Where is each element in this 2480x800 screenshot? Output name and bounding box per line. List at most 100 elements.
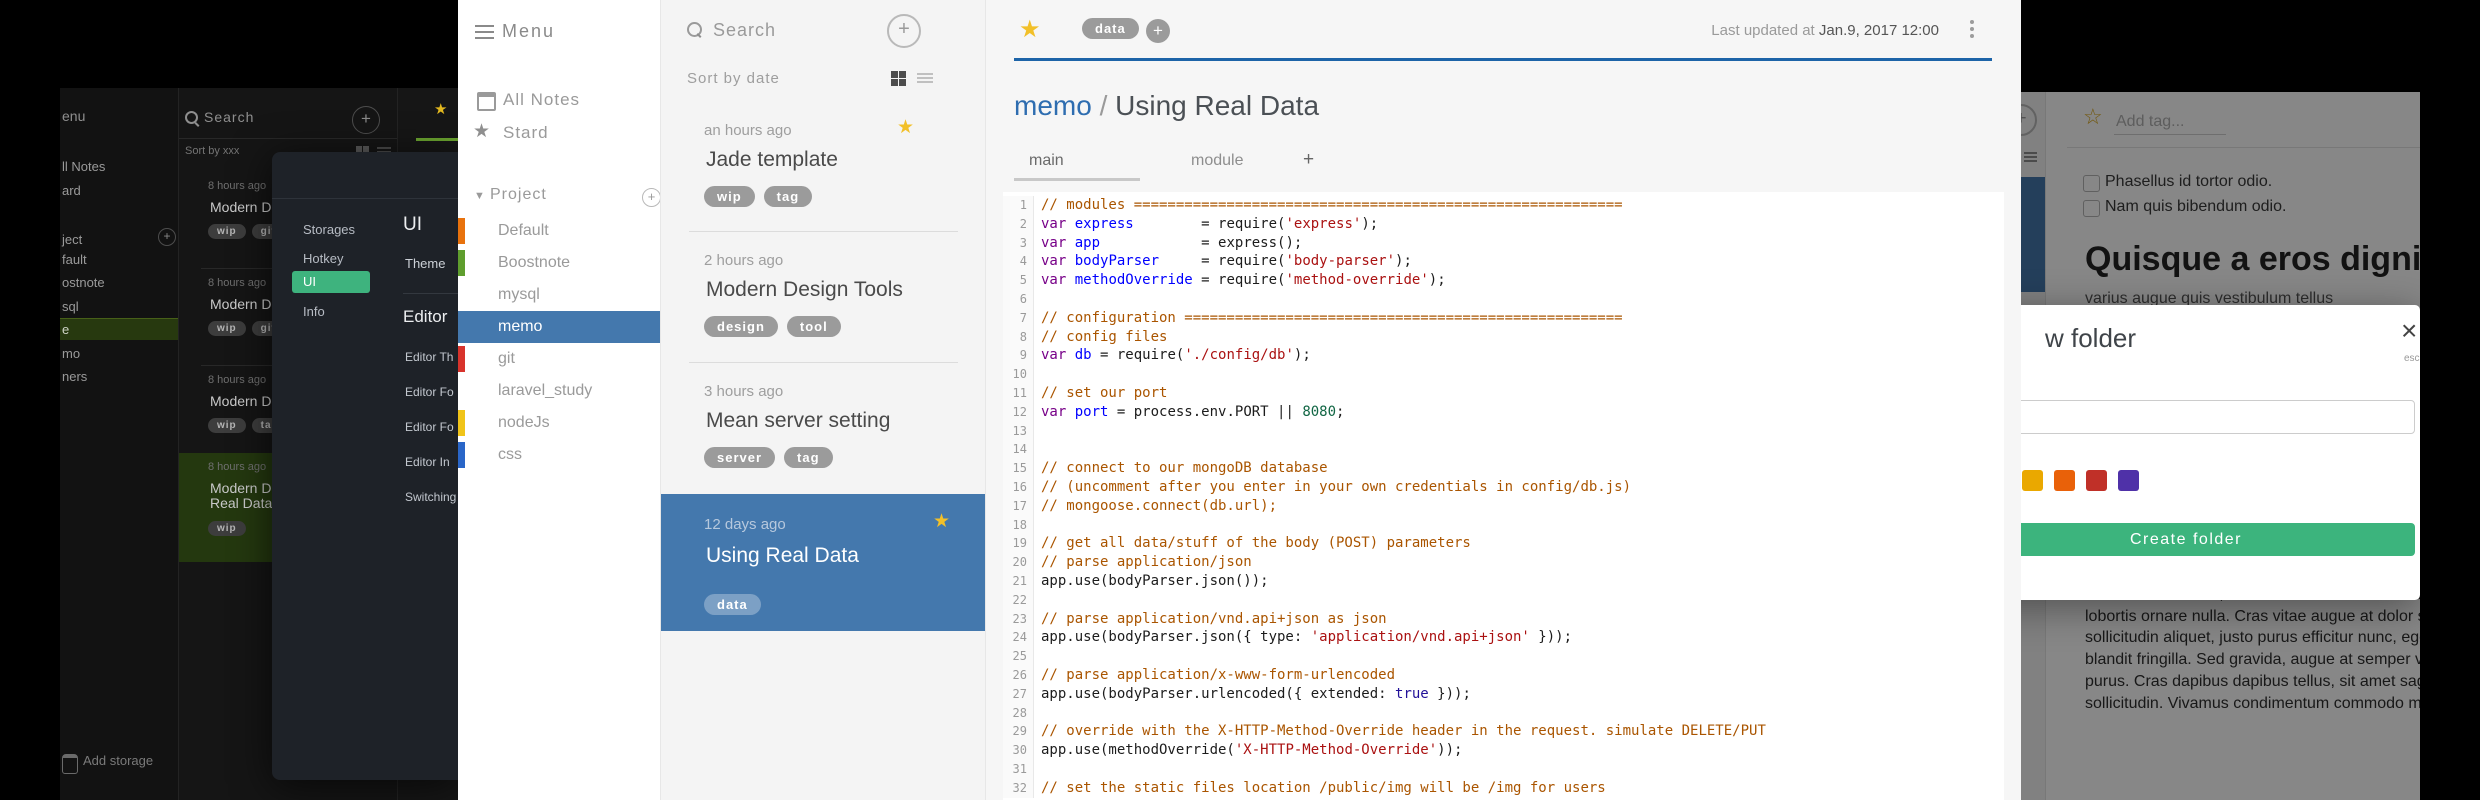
new-folder-dialog: w folder × esc Create folder (2021, 305, 2420, 600)
sidebar-item-starred[interactable]: Stard (503, 123, 549, 143)
color-swatch[interactable] (2086, 470, 2107, 491)
code-editor[interactable]: 1// modules ============================… (1003, 192, 2004, 800)
note-list-item[interactable]: 3 hours ago Mean server setting server tag (661, 363, 986, 494)
dark-add-storage-button[interactable]: Add storage (83, 753, 153, 768)
dark-folder-item[interactable]: sql (60, 296, 178, 318)
starred-icon: ★ (473, 121, 491, 142)
breadcrumb-folder[interactable]: memo (1014, 90, 1092, 121)
settings-editor-item[interactable]: Editor Fo (405, 420, 454, 434)
close-icon[interactable]: × (2401, 315, 2417, 347)
settings-nav-item[interactable]: Info (303, 304, 325, 319)
note-timestamp: 8 hours ago (208, 374, 267, 386)
dark-sidebar-item-all-notes[interactable]: ll Notes (62, 159, 105, 174)
dark-folder-item[interactable]: ners (60, 366, 178, 388)
dark-search-input[interactable]: Search (204, 109, 254, 125)
add-tag-button[interactable]: + (1146, 19, 1170, 43)
folder-name: css (498, 446, 522, 463)
code-line: 29// override with the X-HTTP-Method-Ove… (1003, 722, 2004, 742)
code-line: 11// set our port (1003, 383, 2004, 403)
breadcrumb-separator: / (1091, 90, 1116, 121)
settings-editor-item[interactable]: Editor In (405, 455, 450, 469)
code-line: 28 (1003, 703, 2004, 723)
sidebar-folder-item[interactable]: mysql (458, 279, 660, 311)
screenshot-stage: enu ll Notes ard ject + fault ostnote sql e… (0, 0, 2480, 800)
more-options-icon[interactable] (1970, 20, 1974, 41)
dark-menu-label[interactable]: enu (62, 108, 85, 124)
dark-sidebar-item-starred[interactable]: ard (62, 183, 81, 198)
code-line: 23// parse application/vnd.api+json as j… (1003, 609, 2004, 629)
dark-add-folder-button[interactable]: + (158, 228, 176, 246)
note-list-panel: Search + Sort by date an hours ago ★ Jade … (660, 0, 986, 800)
note-list-item[interactable]: an hours ago ★ Jade template wip tag (661, 102, 986, 232)
folder-name: memo (498, 318, 543, 335)
settings-editor-item[interactable]: Switching (405, 490, 456, 504)
code-line: 27 app.use(bodyParser.urlencoded({ extend… (1003, 684, 2004, 704)
code-line: 18 (1003, 515, 2004, 535)
folder-name-input[interactable] (2021, 400, 2415, 434)
menu-icon[interactable] (475, 25, 494, 43)
color-swatch[interactable] (2022, 470, 2043, 491)
settings-editor-item[interactable]: Editor Th (405, 350, 453, 364)
menu-label[interactable]: Menu (502, 21, 555, 42)
folder-color-strip (458, 410, 465, 436)
tab-main[interactable]: main (1029, 152, 1064, 170)
new-snippet-tab-button[interactable]: + (1303, 149, 1314, 171)
folder-name: laravel_study (498, 382, 593, 399)
note-tags: design tool (704, 316, 841, 337)
add-folder-button[interactable]: + (642, 188, 661, 207)
sidebar-folder-item[interactable]: Boostnote (458, 247, 660, 279)
new-note-button[interactable]: + (887, 14, 921, 48)
folder-name: Default (498, 222, 549, 239)
search-icon (687, 22, 702, 37)
settings-nav-item-active[interactable]: UI (292, 271, 370, 293)
note-list-item[interactable]: 2 hours ago Modern Design Tools design tool (661, 232, 986, 363)
code-line: 14 (1003, 440, 2004, 460)
sidebar-folder-item[interactable]: css (458, 439, 660, 471)
folder-color-strip (458, 250, 465, 276)
grid-view-icon[interactable] (891, 71, 907, 87)
note-breadcrumb-title: memo / Using Real Data (1014, 90, 1319, 122)
star-icon: ★ (897, 117, 915, 138)
tab-module[interactable]: module (1191, 152, 1243, 170)
sidebar-folder-item[interactable]: memo (458, 311, 660, 343)
code-line: 31 (1003, 759, 2004, 779)
settings-theme-label[interactable]: Theme (405, 256, 445, 271)
note-list-item[interactable]: 12 days ago ★ Using Real Data data (661, 494, 986, 631)
create-folder-button[interactable]: Create folder (2021, 523, 2415, 556)
list-view-icon[interactable] (917, 73, 933, 85)
settings-nav-item[interactable]: Hotkey (303, 251, 343, 266)
note-tag-badge[interactable]: data (1082, 18, 1139, 39)
tag-pill: wip (208, 418, 246, 433)
dark-folder-item[interactable]: mo (60, 343, 178, 365)
note-title: Using Real Data (706, 544, 859, 567)
color-swatch[interactable] (2054, 470, 2075, 491)
code-line: 26// parse application/x-www-form-urlenc… (1003, 665, 2004, 685)
code-line: 4 var bodyParser = require('body-parser')… (1003, 252, 2004, 272)
note-title: Jade template (706, 148, 838, 171)
settings-editor-item[interactable]: Editor Fo (405, 385, 454, 399)
note-timestamp: an hours ago (704, 122, 792, 139)
dark-sort-selector[interactable]: Sort by xxx (185, 145, 239, 157)
dark-new-note-button[interactable]: + (352, 106, 380, 134)
header-accent-rule (1014, 58, 1992, 61)
color-swatch[interactable] (2118, 470, 2139, 491)
settings-nav-item[interactable]: Storages (303, 222, 355, 237)
dark-folder-item[interactable]: fault (60, 249, 178, 271)
star-toggle-icon[interactable]: ★ (1019, 15, 1041, 44)
project-collapse-icon[interactable]: ▼ (474, 190, 485, 202)
sidebar-item-all-notes[interactable]: All Notes (503, 90, 580, 110)
dark-project-header[interactable]: ject (62, 232, 82, 247)
dark-folder-item[interactable]: e (60, 318, 178, 340)
code-line: 8// config files (1003, 327, 2004, 347)
dark-folder-item[interactable]: ostnote (60, 272, 178, 294)
note-title-line2: Real Data (210, 495, 273, 511)
sidebar-folder-item[interactable]: nodeJs (458, 407, 660, 439)
sidebar-folder-item[interactable]: Default (458, 215, 660, 247)
sidebar-folder-item[interactable]: git (458, 343, 660, 375)
sidebar-folder-item[interactable]: laravel_study (458, 375, 660, 407)
star-icon[interactable]: ★ (434, 100, 447, 118)
project-header[interactable]: Project (490, 186, 547, 204)
search-input[interactable]: Search (713, 20, 776, 41)
tag-pill: tag (763, 186, 813, 207)
sort-selector[interactable]: Sort by date (687, 70, 780, 87)
